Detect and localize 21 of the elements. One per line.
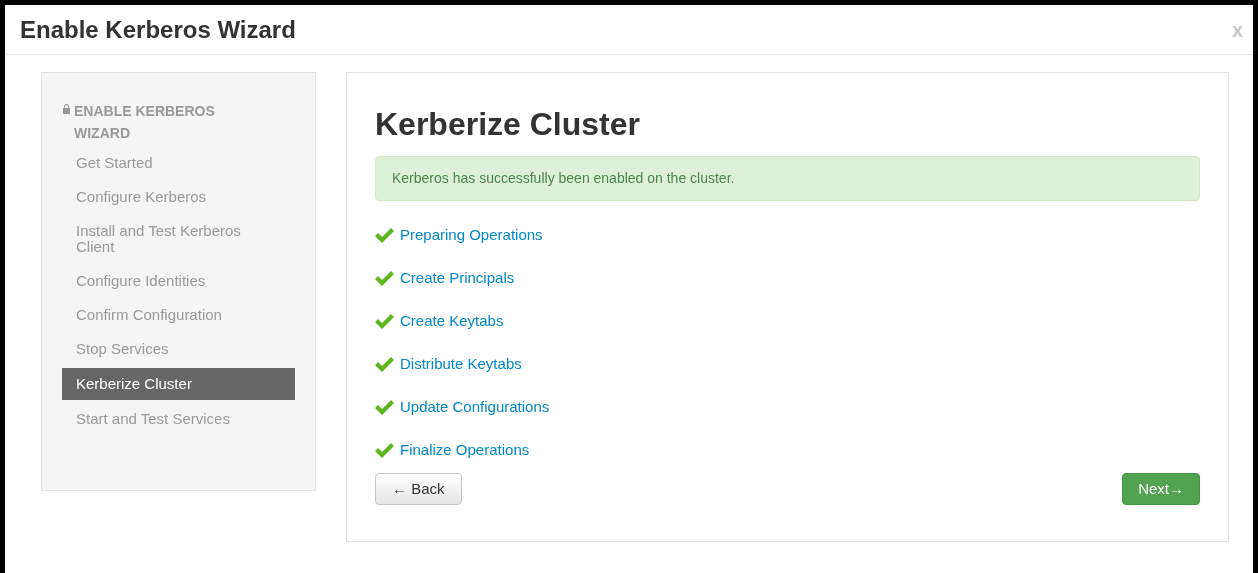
sidebar-item[interactable]: Stop Services bbox=[62, 334, 295, 364]
sidebar-item[interactable]: Start and Test Services bbox=[62, 404, 295, 434]
sidebar-item[interactable]: Kerberize Cluster bbox=[62, 368, 295, 400]
lock-icon bbox=[62, 103, 71, 114]
sidebar-item[interactable]: Configure Kerberos bbox=[62, 182, 295, 212]
step-link[interactable]: Create Keytabs bbox=[400, 311, 504, 331]
window-title: Enable Kerberos Wizard bbox=[20, 14, 296, 45]
sidebar-item[interactable]: Configure Identities bbox=[62, 266, 295, 296]
step-link[interactable]: Update Configurations bbox=[400, 397, 550, 417]
step-link[interactable]: Finalize Operations bbox=[400, 440, 530, 460]
step-link[interactable]: Preparing Operations bbox=[400, 225, 543, 245]
sidebar-item[interactable]: Get Started bbox=[62, 148, 295, 178]
sidebar-item[interactable]: Install and Test Kerberos Client bbox=[62, 216, 295, 262]
back-button[interactable]: ← Back bbox=[375, 473, 462, 505]
sidebar-heading: ENABLE KERBEROS WIZARD bbox=[74, 102, 216, 143]
sidebar-item[interactable]: Confirm Configuration bbox=[62, 300, 295, 330]
step-link[interactable]: Distribute Keytabs bbox=[400, 354, 522, 374]
next-button[interactable]: Next→ bbox=[1122, 473, 1200, 505]
page-heading: Kerberize Cluster bbox=[375, 105, 641, 143]
step-link[interactable]: Create Principals bbox=[400, 268, 515, 288]
success-alert: Kerberos has successfully been enabled on the cluster. bbox=[375, 156, 1200, 201]
